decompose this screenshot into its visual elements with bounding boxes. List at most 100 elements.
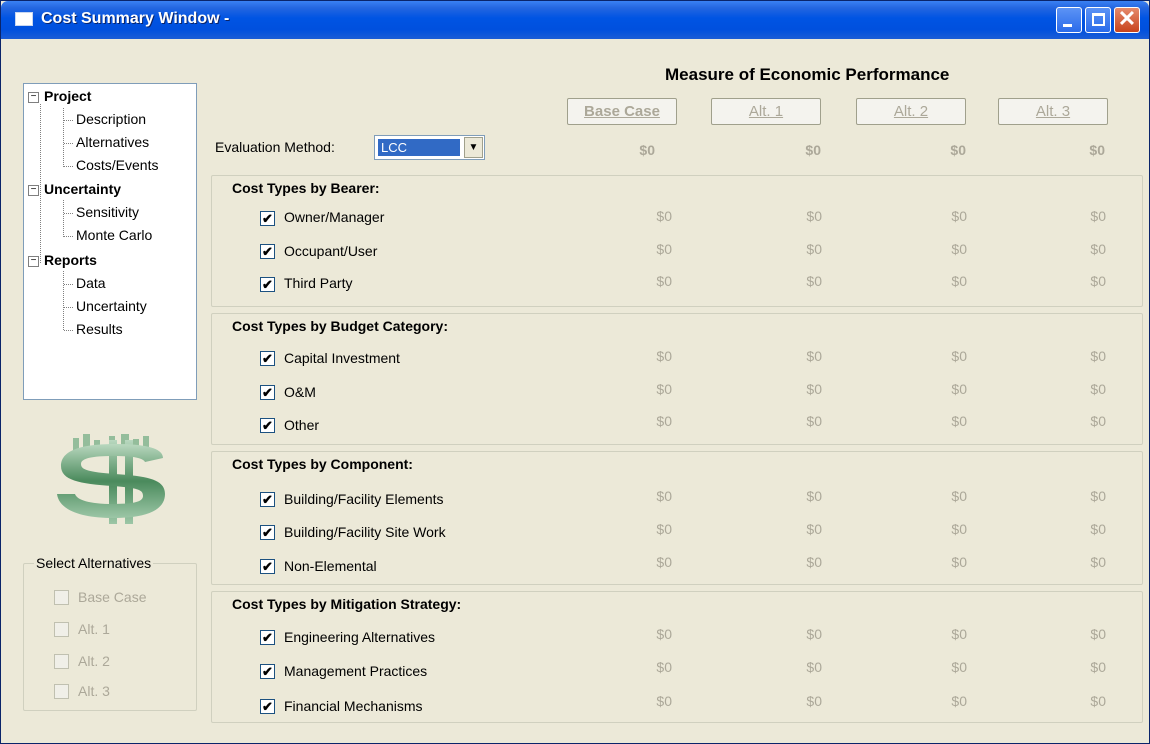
evaluation-method-value: LCC — [378, 139, 460, 156]
cell-value: $0 — [806, 208, 822, 224]
cell-value: $0 — [1090, 208, 1106, 224]
tree-branch — [64, 213, 73, 214]
group-component: Cost Types by Component: ✔ Building/Faci… — [211, 451, 1143, 585]
alt3-label: Alt. 3 — [78, 683, 110, 699]
alt2-column-button[interactable]: Alt. 2 — [856, 98, 966, 125]
checkmark-icon: ✔ — [262, 559, 273, 574]
cell-value: $0 — [806, 413, 822, 429]
management-practices-checkbox[interactable]: ✔ — [260, 664, 275, 679]
tree-item-reports[interactable]: Reports — [44, 252, 97, 268]
non-elemental-checkbox[interactable]: ✔ — [260, 559, 275, 574]
capital-investment-checkbox[interactable]: ✔ — [260, 351, 275, 366]
tree-connector — [40, 104, 41, 263]
cell-value: $0 — [1090, 273, 1106, 289]
cell-value: $0 — [951, 659, 967, 675]
base-case-checkbox[interactable] — [54, 590, 69, 605]
cell-value: $0 — [1090, 626, 1106, 642]
alt1-column-button[interactable]: Alt. 1 — [711, 98, 821, 125]
cell-value: $0 — [1090, 659, 1106, 675]
cell-value: $0 — [951, 626, 967, 642]
total-base-case: $0 — [639, 142, 655, 158]
tree-collapse-icon[interactable]: − — [28, 92, 39, 103]
title-bar[interactable]: Cost Summary Window - ✕ — [1, 1, 1149, 39]
cell-value: $0 — [806, 348, 822, 364]
row-label: Building/Facility Elements — [284, 491, 444, 507]
tree-item-project[interactable]: Project — [44, 88, 91, 104]
alt3-column-button[interactable]: Alt. 3 — [998, 98, 1108, 125]
tree-collapse-icon[interactable]: − — [28, 185, 39, 196]
tree-item-uncertainty-report[interactable]: Uncertainty — [76, 298, 147, 314]
cell-value: $0 — [1090, 381, 1106, 397]
cell-value: $0 — [656, 413, 672, 429]
cell-value: $0 — [806, 626, 822, 642]
checkmark-icon: ✔ — [262, 211, 273, 226]
row-label: Third Party — [284, 275, 353, 291]
group-title: Cost Types by Mitigation Strategy: — [232, 596, 462, 612]
tree-item-description[interactable]: Description — [76, 111, 146, 127]
checkmark-icon: ✔ — [262, 277, 273, 292]
checkmark-icon: ✔ — [262, 525, 273, 540]
tree-item-costs-events[interactable]: Costs/Events — [76, 157, 158, 173]
cell-value: $0 — [806, 659, 822, 675]
minimize-button[interactable] — [1056, 7, 1082, 33]
tree-branch — [64, 330, 73, 331]
tree-connector — [63, 271, 64, 330]
tree-connector — [63, 200, 64, 237]
dropdown-arrow-icon[interactable]: ▼ — [464, 137, 483, 158]
maximize-button[interactable] — [1085, 7, 1111, 33]
row-label: Non-Elemental — [284, 558, 377, 574]
cell-value: $0 — [656, 521, 672, 537]
occupant-user-checkbox[interactable]: ✔ — [260, 244, 275, 259]
checkmark-icon: ✔ — [262, 630, 273, 645]
cell-value: $0 — [806, 521, 822, 537]
cell-value: $0 — [951, 488, 967, 504]
checkmark-icon: ✔ — [262, 244, 273, 259]
tree-branch — [64, 166, 73, 167]
cell-value: $0 — [1090, 413, 1106, 429]
alt1-checkbox[interactable] — [54, 622, 69, 637]
site-work-checkbox[interactable]: ✔ — [260, 525, 275, 540]
total-alt1: $0 — [805, 142, 821, 158]
select-alternatives-title: Select Alternatives — [34, 555, 154, 571]
cell-value: $0 — [656, 208, 672, 224]
om-checkbox[interactable]: ✔ — [260, 385, 275, 400]
checkmark-icon: ✔ — [262, 418, 273, 433]
group-title: Cost Types by Component: — [232, 456, 413, 472]
alt3-checkbox[interactable] — [54, 684, 69, 699]
tree-item-uncertainty[interactable]: Uncertainty — [44, 181, 121, 197]
cell-value: $0 — [951, 413, 967, 429]
performance-title: Measure of Economic Performance — [665, 65, 950, 84]
engineering-alternatives-checkbox[interactable]: ✔ — [260, 630, 275, 645]
tree-connector — [63, 108, 64, 167]
tree-collapse-icon[interactable]: − — [28, 256, 39, 267]
row-label: Financial Mechanisms — [284, 698, 423, 714]
tree-item-data[interactable]: Data — [76, 275, 106, 291]
tree-item-sensitivity[interactable]: Sensitivity — [76, 204, 139, 220]
window-icon — [15, 12, 33, 26]
alt2-checkbox[interactable] — [54, 654, 69, 669]
row-label: Building/Facility Site Work — [284, 524, 446, 540]
third-party-checkbox[interactable]: ✔ — [260, 277, 275, 292]
tree-branch — [64, 143, 73, 144]
tree-branch — [64, 307, 73, 308]
owner-manager-checkbox[interactable]: ✔ — [260, 211, 275, 226]
close-icon: ✕ — [1117, 6, 1137, 31]
tree-item-monte-carlo[interactable]: Monte Carlo — [76, 227, 152, 243]
row-label: O&M — [284, 384, 316, 400]
checkmark-icon: ✔ — [262, 351, 273, 366]
base-case-column-button[interactable]: Base Case — [567, 98, 677, 125]
building-elements-checkbox[interactable]: ✔ — [260, 492, 275, 507]
tree-item-alternatives[interactable]: Alternatives — [76, 134, 149, 150]
evaluation-method-select[interactable]: LCC ▼ — [374, 135, 485, 160]
group-title: Cost Types by Bearer: — [232, 180, 380, 196]
tree-item-results[interactable]: Results — [76, 321, 123, 337]
close-button[interactable]: ✕ — [1114, 7, 1140, 33]
minimize-icon — [1063, 24, 1072, 27]
other-checkbox[interactable]: ✔ — [260, 418, 275, 433]
financial-mechanisms-checkbox[interactable]: ✔ — [260, 699, 275, 714]
maximize-icon — [1092, 13, 1105, 26]
group-title: Cost Types by Budget Category: — [232, 318, 448, 334]
checkmark-icon: ✔ — [262, 492, 273, 507]
row-label: Capital Investment — [284, 350, 400, 366]
total-alt2: $0 — [950, 142, 966, 158]
